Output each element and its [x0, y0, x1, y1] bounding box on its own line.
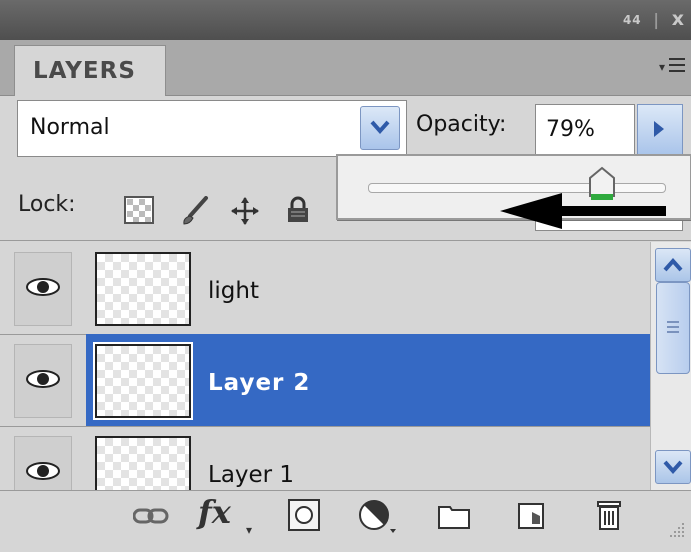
- layer-thumbnail[interactable]: [95, 252, 191, 326]
- layer-row-selected[interactable]: Layer 2: [0, 334, 650, 427]
- opacity-value: 79%: [546, 117, 595, 142]
- fx-dropdown-arrow: ▾: [246, 523, 253, 537]
- eye-icon: [26, 370, 60, 388]
- layer-name[interactable]: Layer 1: [208, 462, 294, 488]
- menu-line: [669, 64, 685, 66]
- chevron-down-icon: [370, 120, 390, 134]
- layer-list: light Layer 2 Layer 1: [0, 242, 650, 519]
- tab-layers[interactable]: LAYERS: [14, 45, 166, 96]
- layer-mask-icon[interactable]: [288, 499, 320, 535]
- tab-row: LAYERS ▾: [0, 40, 691, 96]
- panel-menu-icon[interactable]: ▾: [659, 54, 685, 78]
- opacity-slider-toggle[interactable]: [637, 104, 683, 156]
- link-layers-icon[interactable]: [132, 507, 169, 531]
- close-icon[interactable]: x: [672, 8, 685, 30]
- chevron-right-icon: [654, 121, 664, 137]
- eye-icon: [26, 278, 60, 296]
- separator: |: [653, 10, 661, 29]
- new-group-folder-icon[interactable]: [438, 503, 470, 533]
- visibility-toggle[interactable]: [14, 344, 74, 418]
- layer-list-scrollbar[interactable]: [650, 242, 691, 490]
- tab-label: LAYERS: [33, 58, 136, 84]
- resize-grip-icon[interactable]: [664, 519, 686, 545]
- blend-mode-value: Normal: [30, 115, 110, 140]
- grip-line: [667, 326, 679, 328]
- scroll-thumb[interactable]: [656, 282, 690, 374]
- new-layer-icon[interactable]: [518, 503, 544, 533]
- lock-image-pixels-icon[interactable]: [180, 196, 210, 230]
- panel-title-bar[interactable]: 44 | x: [0, 0, 691, 40]
- scroll-up-button[interactable]: [655, 248, 691, 282]
- chevron-up-icon: [663, 258, 683, 272]
- lock-label: Lock:: [18, 192, 76, 217]
- chevron-down-icon: [663, 460, 683, 474]
- layers-panel: 44 | x LAYERS ▾ Normal Opacity: 79% Lock…: [0, 0, 691, 552]
- scroll-down-button[interactable]: [655, 450, 691, 484]
- grip-line: [667, 331, 679, 333]
- layer-thumbnail[interactable]: [93, 342, 193, 420]
- delete-trash-icon[interactable]: [596, 499, 622, 535]
- window-controls: 44 | x: [623, 8, 685, 30]
- eye-icon: [26, 462, 60, 480]
- visibility-toggle[interactable]: [14, 252, 74, 326]
- fx-label: fx: [198, 493, 231, 531]
- menu-arrow: ▾: [659, 60, 666, 74]
- eye-cell-box: [14, 344, 72, 418]
- layer-row[interactable]: light: [0, 242, 650, 335]
- double-chevron-left-icon[interactable]: 44: [623, 13, 642, 27]
- layer-name[interactable]: light: [208, 278, 259, 304]
- opacity-label: Opacity:: [416, 112, 507, 137]
- opacity-input[interactable]: 79%: [535, 104, 635, 156]
- lock-position-icon[interactable]: [230, 196, 260, 230]
- grip-line: [667, 321, 679, 323]
- menu-line: [669, 70, 685, 72]
- lock-all-icon[interactable]: [286, 196, 310, 228]
- layer-name[interactable]: Layer 2: [208, 370, 310, 396]
- eye-cell-box: [14, 252, 72, 326]
- menu-line: [669, 58, 685, 60]
- layers-bottom-toolbar: fx ▾: [0, 490, 691, 552]
- blend-mode-dropdown-button[interactable]: [360, 106, 400, 150]
- blend-mode-select[interactable]: Normal: [17, 100, 407, 157]
- annotation-arrow-icon: [500, 190, 666, 236]
- layer-style-fx-icon[interactable]: fx ▾: [198, 493, 252, 537]
- lock-transparent-pixels-icon[interactable]: [124, 196, 154, 228]
- adjustment-layer-icon[interactable]: [358, 499, 398, 539]
